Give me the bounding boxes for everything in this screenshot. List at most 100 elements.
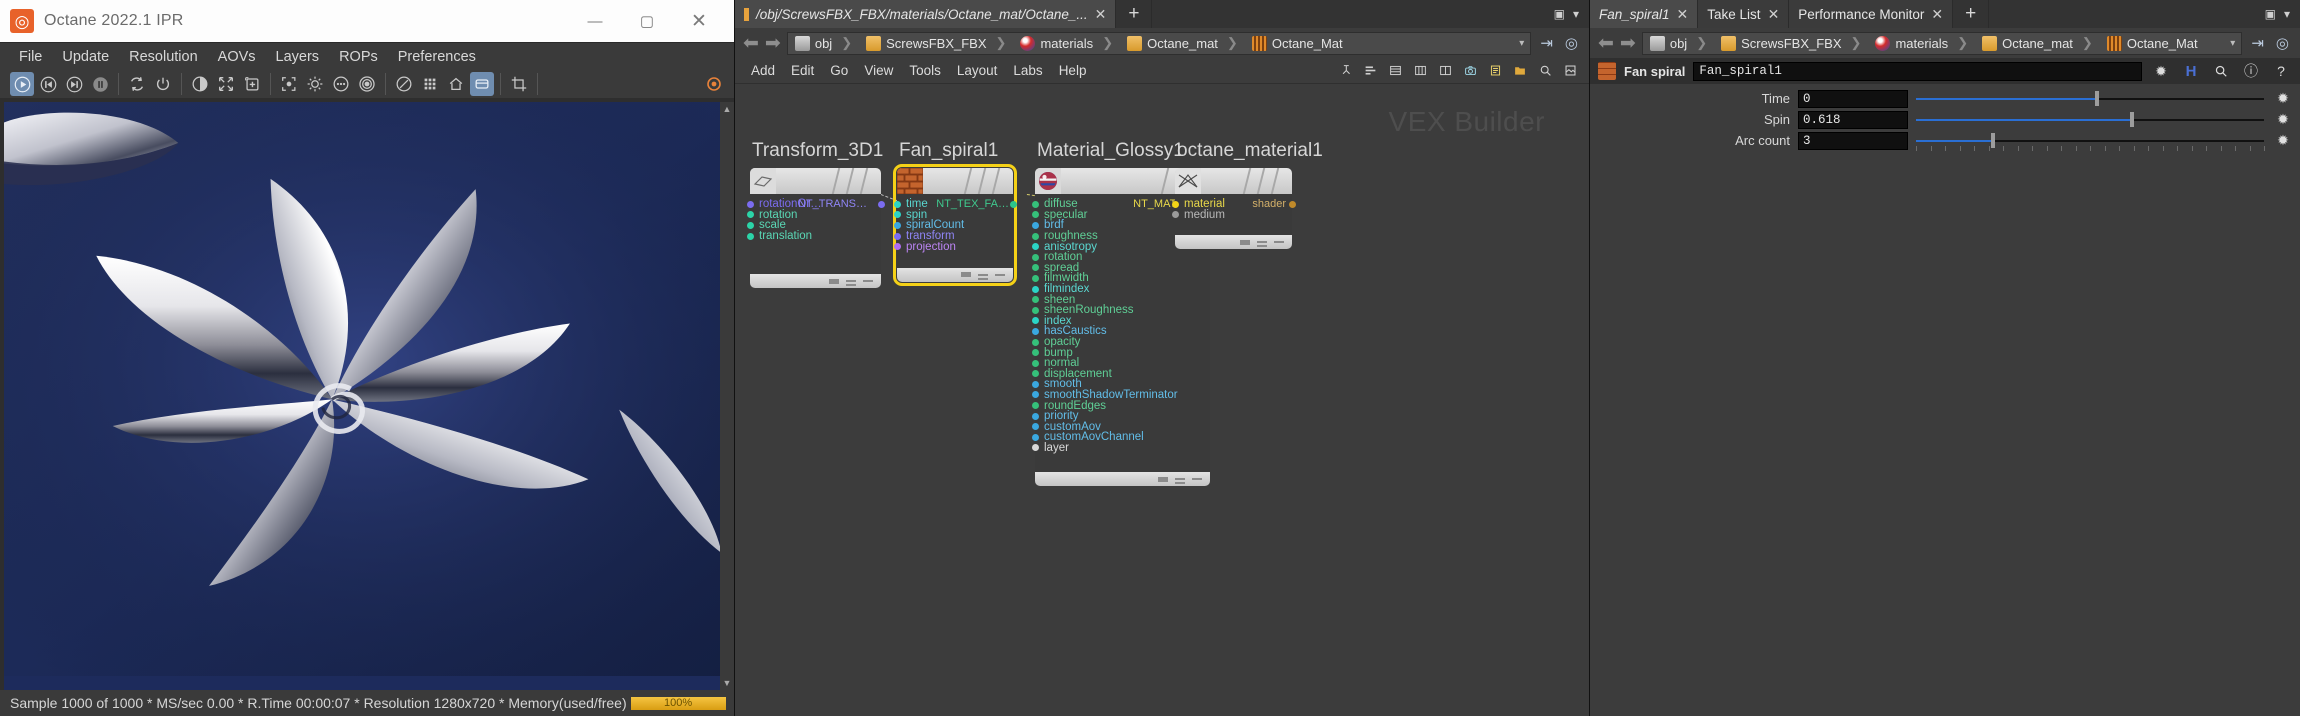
menu-preferences[interactable]: Preferences xyxy=(389,46,485,68)
pane-menu-icon[interactable]: ▾ xyxy=(2284,7,2290,21)
node-name-input[interactable]: Fan_spiral1 xyxy=(1693,62,2142,81)
expand-icon[interactable] xyxy=(214,72,238,96)
menu-aovs[interactable]: AOVs xyxy=(209,46,265,68)
pin-icon[interactable] xyxy=(1334,61,1356,81)
search-icon[interactable] xyxy=(2210,61,2232,82)
breadcrumb-item-obj[interactable]: obj ❯ xyxy=(1643,33,1714,54)
help-icon[interactable]: ? xyxy=(2270,61,2292,82)
network-add-tab-button[interactable]: + xyxy=(1116,0,1152,28)
skip-end-icon[interactable] xyxy=(62,72,86,96)
breadcrumb-item-octane-mat[interactable]: Octane_mat ❯ xyxy=(1120,33,1245,54)
gear-icon[interactable]: ✹ xyxy=(2150,61,2172,82)
info-icon[interactable]: ⓘ xyxy=(2240,61,2262,82)
network-menu-edit[interactable]: Edit xyxy=(783,60,822,81)
menu-layers[interactable]: Layers xyxy=(267,46,329,68)
parameter-slider-arc-count[interactable] xyxy=(1916,132,2264,150)
tab-close-icon[interactable]: ✕ xyxy=(1931,6,1943,23)
network-menu-labs[interactable]: Labs xyxy=(1005,60,1050,81)
node-footer[interactable] xyxy=(750,274,881,288)
port-row[interactable]: translation xyxy=(750,231,881,242)
folder-icon[interactable] xyxy=(1509,61,1531,81)
menu-file[interactable]: File xyxy=(10,46,51,68)
node-output-dot[interactable] xyxy=(1010,201,1017,208)
scroll-up-arrow[interactable]: ▲ xyxy=(720,102,734,116)
back-arrow-icon[interactable]: ⬅ xyxy=(743,34,759,53)
tab-close-icon[interactable]: ✕ xyxy=(1768,6,1780,23)
port-row[interactable]: layer xyxy=(1035,443,1210,454)
layout-grid-icon[interactable] xyxy=(1409,61,1431,81)
menu-rops[interactable]: ROPs xyxy=(330,46,387,68)
node-body[interactable]: material shader medium xyxy=(1175,168,1292,249)
contrast-icon[interactable] xyxy=(188,72,212,96)
pin-path-icon[interactable]: ⇥ xyxy=(2248,34,2267,52)
port-row[interactable]: medium xyxy=(1175,210,1292,221)
network-tab-close-icon[interactable]: ✕ xyxy=(1095,6,1107,23)
focus-picker-icon[interactable] xyxy=(277,72,301,96)
power-icon[interactable] xyxy=(151,72,175,96)
houdini-h-icon[interactable]: H xyxy=(2180,61,2202,82)
viewport-vertical-scrollbar[interactable]: ▲ ▼ xyxy=(720,102,734,690)
maximize-pane-icon[interactable]: ▣ xyxy=(2265,7,2276,21)
breadcrumb-item-materials[interactable]: materials ❯ xyxy=(1868,33,1975,54)
breadcrumb-item-octane-mat-node[interactable]: Octane_Mat xyxy=(2100,33,2205,54)
layout-cols-icon[interactable] xyxy=(1434,61,1456,81)
tab-close-icon[interactable]: ✕ xyxy=(1677,6,1689,23)
breadcrumb-dropdown-icon[interactable]: ▾ xyxy=(2224,38,2241,49)
crop-icon[interactable] xyxy=(507,72,531,96)
close-button[interactable]: ✕ xyxy=(674,0,724,42)
forward-arrow-icon[interactable]: ➡ xyxy=(1620,34,1636,53)
breadcrumb-item-materials[interactable]: materials ❯ xyxy=(1013,33,1120,54)
node-footer[interactable] xyxy=(1035,472,1210,486)
parameter-add-tab-button[interactable]: + xyxy=(1953,0,1989,28)
parameter-slider-time[interactable] xyxy=(1916,90,2264,108)
breadcrumb-item-screwsfbx[interactable]: ScrewsFBX_FBX ❯ xyxy=(1714,33,1868,54)
anim-gear-icon[interactable]: ✹ xyxy=(2272,90,2294,107)
menu-update[interactable]: Update xyxy=(53,46,118,68)
home-icon[interactable] xyxy=(444,72,468,96)
parameter-slider-spin[interactable] xyxy=(1916,111,2264,129)
node-octane-material1[interactable]: octane_material1 materia xyxy=(1175,168,1292,249)
clock-slash-icon[interactable] xyxy=(392,72,416,96)
layers-icon[interactable] xyxy=(470,72,494,96)
node-fan-spiral1[interactable]: Fan_spiral1 xyxy=(897,168,1013,282)
octane-badge-icon[interactable] xyxy=(706,72,730,96)
breadcrumb-item-octane-mat[interactable]: Octane_mat ❯ xyxy=(1975,33,2100,54)
search-icon[interactable] xyxy=(1534,61,1556,81)
scroll-down-arrow[interactable]: ▼ xyxy=(720,676,734,690)
network-menu-tools[interactable]: Tools xyxy=(901,60,949,81)
network-menu-view[interactable]: View xyxy=(856,60,901,81)
brightness-icon[interactable] xyxy=(303,72,327,96)
menu-resolution[interactable]: Resolution xyxy=(120,46,207,68)
node-body[interactable]: rotationOr… NT_TRANS… rotation scale xyxy=(750,168,881,288)
node-footer[interactable] xyxy=(1175,235,1292,249)
maximize-pane-icon[interactable]: ▣ xyxy=(1554,7,1565,21)
render-viewport[interactable]: ▲ ▼ xyxy=(4,102,734,690)
forward-arrow-icon[interactable]: ➡ xyxy=(765,34,781,53)
pane-menu-icon[interactable]: ▾ xyxy=(1573,7,1579,21)
node-graph-canvas[interactable]: VEX Builder Transform_3D1 xyxy=(735,84,1589,716)
breadcrumb-item-octane-mat-node[interactable]: Octane_Mat xyxy=(1245,33,1350,54)
list-icon[interactable] xyxy=(1384,61,1406,81)
maximize-button[interactable]: ▢ xyxy=(622,0,672,42)
note-icon[interactable] xyxy=(1484,61,1506,81)
add-region-icon[interactable] xyxy=(240,72,264,96)
play-icon[interactable] xyxy=(10,72,34,96)
breadcrumb-item-screwsfbx[interactable]: ScrewsFBX_FBX ❯ xyxy=(859,33,1013,54)
camera-icon[interactable] xyxy=(1459,61,1481,81)
target-icon[interactable] xyxy=(355,72,379,96)
align-icon[interactable] xyxy=(1359,61,1381,81)
anim-gear-icon[interactable]: ✹ xyxy=(2272,111,2294,128)
node-header[interactable] xyxy=(897,168,1013,194)
pause-icon[interactable] xyxy=(88,72,112,96)
network-tab-octane-mat[interactable]: /obj/ScrewsFBX_FBX/materials/Octane_mat/… xyxy=(735,0,1116,28)
parameter-value-input[interactable]: 0.618 xyxy=(1798,111,1908,129)
parameter-value-input[interactable]: 0 xyxy=(1798,90,1908,108)
skip-start-icon[interactable] xyxy=(36,72,60,96)
node-output-dot[interactable] xyxy=(1289,201,1296,208)
port-row[interactable]: projection xyxy=(897,241,1013,252)
network-target-icon[interactable]: ◎ xyxy=(1562,34,1581,52)
network-menu-help[interactable]: Help xyxy=(1051,60,1095,81)
parameter-target-icon[interactable]: ◎ xyxy=(2273,34,2292,52)
network-menu-go[interactable]: Go xyxy=(822,60,856,81)
node-transform-3d1[interactable]: Transform_3D1 rotationOr… NT_TRANS… xyxy=(750,168,881,288)
